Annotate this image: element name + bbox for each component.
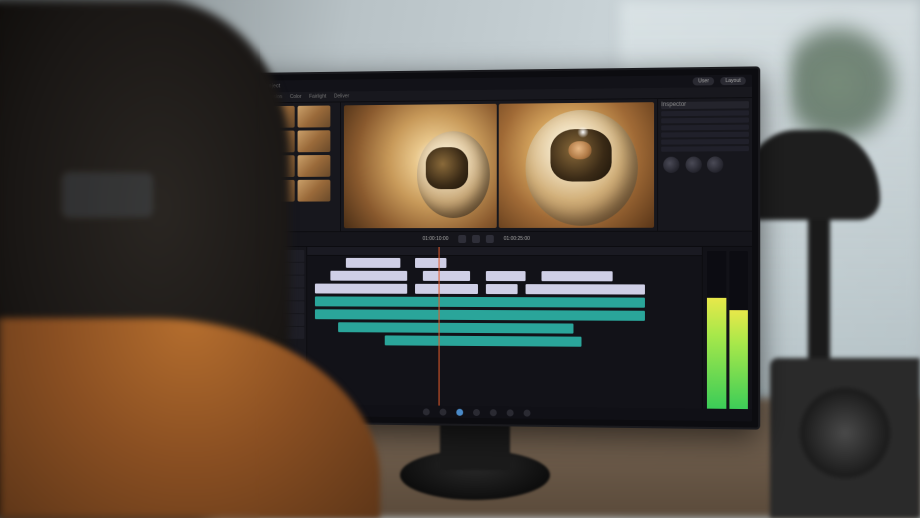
inspector-section[interactable] bbox=[661, 110, 749, 116]
video-clip[interactable] bbox=[330, 271, 407, 281]
inspector-section[interactable] bbox=[661, 132, 749, 138]
layout-menu[interactable]: Layout bbox=[720, 77, 746, 85]
video-clip[interactable] bbox=[415, 284, 478, 294]
upper-panels: Inspector bbox=[211, 98, 752, 231]
out-timecode: 01:00:25:00 bbox=[500, 236, 534, 242]
timeline-lane[interactable] bbox=[307, 321, 702, 335]
page-dot[interactable] bbox=[523, 409, 530, 416]
audio-clip[interactable] bbox=[315, 296, 645, 307]
page-dot[interactable] bbox=[473, 408, 480, 415]
video-clip[interactable] bbox=[315, 284, 408, 294]
program-viewer[interactable] bbox=[498, 102, 654, 228]
meter-right bbox=[729, 251, 748, 420]
color-wheel-icon[interactable] bbox=[663, 157, 679, 173]
timeline-lane[interactable] bbox=[307, 308, 702, 322]
next-button[interactable] bbox=[486, 235, 494, 243]
workspace-tab-fairlight[interactable]: Fairlight bbox=[309, 94, 326, 100]
in-timecode: 01:00:10:00 bbox=[419, 236, 453, 242]
clip-thumbnail[interactable] bbox=[298, 130, 331, 152]
inspector-section[interactable] bbox=[661, 146, 749, 152]
prev-button[interactable] bbox=[458, 235, 466, 243]
audio-clip[interactable] bbox=[315, 309, 645, 321]
source-viewer[interactable] bbox=[344, 104, 496, 228]
play-button[interactable] bbox=[472, 235, 480, 243]
monitor-stand-neck bbox=[440, 420, 510, 470]
color-wheel-icon[interactable] bbox=[685, 157, 701, 173]
background-plant bbox=[790, 0, 910, 140]
timeline-lane[interactable] bbox=[307, 334, 702, 349]
page-dot[interactable] bbox=[489, 409, 496, 416]
photo-scene: Video Editor — Project User Layout Media… bbox=[0, 0, 920, 518]
page-dot[interactable] bbox=[422, 408, 429, 415]
video-clip[interactable] bbox=[486, 284, 518, 294]
desk-speaker bbox=[770, 358, 920, 518]
inspector-panel[interactable]: Inspector bbox=[657, 98, 752, 231]
timeline-lane[interactable] bbox=[307, 270, 702, 283]
dual-viewers bbox=[341, 99, 657, 231]
video-clip[interactable] bbox=[525, 284, 645, 294]
user-menu[interactable]: User bbox=[693, 77, 714, 85]
astronaut-helmet bbox=[417, 131, 490, 218]
transport-bar: 01:00:10:00 01:00:25:00 bbox=[211, 231, 752, 247]
inspector-section[interactable] bbox=[661, 117, 749, 123]
audio-meters bbox=[702, 247, 752, 421]
video-clip[interactable] bbox=[346, 258, 400, 268]
clip-thumbnail[interactable] bbox=[298, 155, 331, 177]
video-clip[interactable] bbox=[415, 258, 446, 268]
helmet-glint bbox=[577, 126, 588, 138]
helmet-visor bbox=[425, 147, 468, 189]
meter-left bbox=[707, 251, 726, 420]
astronaut-face bbox=[569, 141, 592, 159]
color-wheel-icon[interactable] bbox=[707, 156, 723, 172]
video-clip[interactable] bbox=[423, 271, 470, 281]
page-dot[interactable] bbox=[456, 408, 463, 415]
timeline-ruler[interactable] bbox=[307, 247, 702, 256]
inspector-section[interactable] bbox=[661, 125, 749, 131]
workspace-tab-color[interactable]: Color bbox=[290, 94, 302, 100]
astronaut-helmet bbox=[526, 110, 638, 226]
clip-thumbnail[interactable] bbox=[298, 106, 331, 128]
inspector-section[interactable] bbox=[661, 139, 749, 145]
video-clip[interactable] bbox=[486, 271, 525, 281]
workspace-tab-deliver[interactable]: Deliver bbox=[334, 93, 349, 99]
timeline-lane[interactable] bbox=[307, 257, 702, 269]
timeline-lane[interactable] bbox=[307, 295, 702, 309]
video-clip[interactable] bbox=[541, 271, 613, 281]
audio-clip[interactable] bbox=[338, 322, 573, 333]
timeline-tracks[interactable] bbox=[307, 247, 702, 421]
page-dot[interactable] bbox=[506, 409, 513, 416]
person-glasses bbox=[60, 170, 156, 220]
playhead[interactable] bbox=[439, 247, 440, 421]
audio-clip[interactable] bbox=[384, 335, 581, 346]
clip-thumbnail[interactable] bbox=[298, 180, 331, 202]
timeline-lane[interactable] bbox=[307, 283, 702, 296]
inspector-header: Inspector bbox=[661, 101, 749, 109]
page-dot[interactable] bbox=[439, 408, 446, 415]
